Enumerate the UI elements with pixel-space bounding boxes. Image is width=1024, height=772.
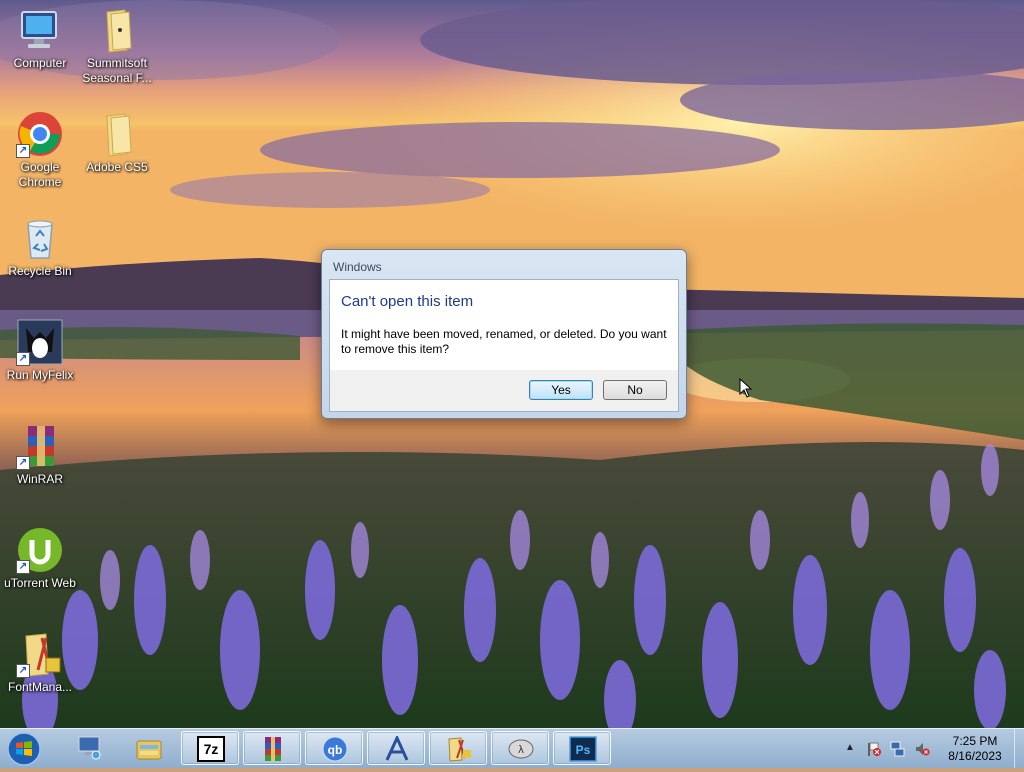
dialog-title: Windows (333, 260, 382, 274)
app-icon: λ (507, 736, 535, 762)
shortcut-arrow-icon: ↗ (16, 560, 30, 574)
desktop-icon-adobe-cs5[interactable]: Adobe CS5 (77, 110, 157, 175)
network-computer-icon (75, 735, 103, 761)
adobe-folder-icon (445, 736, 473, 762)
start-button[interactable] (4, 730, 44, 767)
desktop-icon-computer[interactable]: Computer (0, 6, 80, 71)
desktop-icon-winrar[interactable]: ↗ WinRAR (0, 422, 80, 487)
windows-explorer-icon (135, 735, 163, 761)
action-center-flag-icon[interactable] (866, 741, 882, 757)
dialog-message: It might have been moved, renamed, or de… (341, 327, 667, 356)
font-app-icon (383, 734, 411, 762)
network-icon[interactable] (890, 741, 906, 757)
taskbar-photoshop[interactable]: Ps (553, 731, 611, 765)
winrar-icon (259, 736, 287, 762)
desktop-icon-run-myfelix[interactable]: ↗ Run MyFelix (0, 318, 80, 383)
utorrent-icon: ↗ (16, 526, 64, 574)
qbittorrent-icon: qb (321, 736, 349, 762)
clock-date: 8/16/2023 (948, 749, 1002, 763)
desktop-icon-label: Computer (13, 56, 67, 70)
svg-text:7z: 7z (204, 741, 219, 757)
font-manager-icon: ↗ (16, 630, 64, 678)
chrome-icon: ↗ (16, 110, 64, 158)
svg-text:qb: qb (328, 743, 343, 757)
myfelix-icon: ↗ (16, 318, 64, 366)
recycle-bin-icon (16, 214, 64, 262)
photoshop-icon: Ps (569, 736, 597, 762)
desktop-icon-recycle-bin[interactable]: Recycle Bin (0, 214, 80, 279)
svg-text:Ps: Ps (576, 743, 591, 757)
svg-text:λ: λ (518, 744, 524, 756)
dialog-heading: Can't open this item (341, 293, 474, 310)
desktop-icon-label: Summitsoft Seasonal F... (82, 56, 152, 85)
desktop-icon-utorrent-web[interactable]: ↗ uTorrent Web (0, 526, 80, 591)
show-hidden-icons-chevron[interactable]: ▲ (845, 742, 855, 753)
taskbar-qbittorrent[interactable]: qb (305, 731, 363, 765)
taskbar-app[interactable]: λ (491, 731, 549, 765)
volume-muted-icon[interactable] (914, 741, 930, 757)
taskbar: 7z qb λ Ps ▲ 7:25 PM 8/16/2023 (0, 728, 1024, 768)
shortcut-arrow-icon: ↗ (16, 352, 30, 366)
clock-time: 7:25 PM (952, 734, 998, 748)
taskbar-windows-explorer[interactable] (120, 731, 178, 765)
taskbar-adobe-folder[interactable] (429, 731, 487, 765)
dialog-body: Can't open this item It might have been … (329, 279, 679, 412)
taskbar-font-app[interactable] (367, 731, 425, 765)
desktop-icon-fontmanager[interactable]: ↗ FontMana... (0, 630, 80, 695)
desktop-icon-label: Adobe CS5 (86, 160, 148, 174)
mouse-cursor-icon (739, 377, 753, 398)
folder-icon (93, 110, 141, 158)
folder-icon (93, 6, 141, 54)
desktop-icon-label: WinRAR (16, 472, 63, 486)
desktop-icon-summitsoft[interactable]: Summitsoft Seasonal F... (77, 6, 157, 86)
desktop-icon-google-chrome[interactable]: ↗ Google Chrome (0, 110, 80, 190)
desktop-icon-label: Run MyFelix (6, 368, 74, 382)
error-dialog: Windows Can't open this item It might ha… (321, 249, 687, 419)
shortcut-arrow-icon: ↗ (16, 144, 30, 158)
show-desktop-button[interactable] (1014, 729, 1024, 768)
shortcut-arrow-icon: ↗ (16, 664, 30, 678)
winrar-icon: ↗ (16, 422, 64, 470)
taskbar-7zip[interactable]: 7z (181, 731, 239, 765)
taskbar-winrar[interactable] (243, 731, 301, 765)
desktop-icon-label: Google Chrome (18, 160, 62, 189)
computer-icon (16, 6, 64, 54)
shortcut-arrow-icon: ↗ (16, 456, 30, 470)
windows-start-orb (7, 732, 41, 766)
desktop-icon-label: FontMana... (7, 680, 73, 694)
taskbar-network-computer[interactable] (60, 731, 118, 765)
yes-button[interactable]: Yes (529, 380, 593, 400)
no-button[interactable]: No (603, 380, 667, 400)
system-clock[interactable]: 7:25 PM 8/16/2023 (940, 734, 1010, 764)
desktop-icon-label: Recycle Bin (8, 264, 72, 278)
7zip-icon: 7z (197, 736, 225, 762)
desktop-icon-label: uTorrent Web (4, 576, 76, 590)
dialog-content: Can't open this item It might have been … (330, 280, 678, 370)
